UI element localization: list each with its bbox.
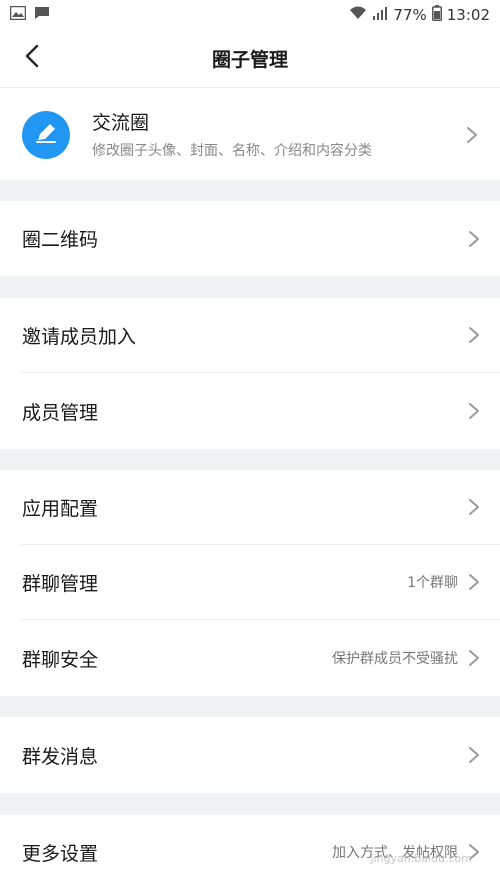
menu-item-label: 成员管理 — [22, 401, 99, 424]
chevron-right-icon — [469, 230, 479, 247]
page-title: 圈子管理 — [211, 49, 288, 71]
menu-item-value: 1个群聊 — [407, 575, 458, 591]
circle-name: 交流圈 — [92, 111, 150, 134]
back-arrow-icon — [25, 44, 39, 72]
section-gap — [0, 276, 500, 298]
menu-item-broadcast[interactable]: 群发消息 — [0, 717, 500, 793]
menu-item-label: 群发消息 — [22, 745, 99, 768]
wifi-icon — [349, 6, 367, 24]
section-gap — [0, 793, 500, 815]
menu-item-label: 更多设置 — [22, 842, 99, 865]
circle-info-row[interactable]: 交流圈 修改圈子头像、封面、名称、介绍和内容分类 — [0, 89, 500, 180]
menu-item-qrcode[interactable]: 圈二维码 — [0, 201, 500, 276]
chevron-right-icon — [469, 574, 479, 590]
menu-item-label: 邀请成员加入 — [22, 325, 137, 348]
chevron-right-icon — [469, 650, 479, 666]
status-left — [9, 5, 50, 24]
menu-item-group-security[interactable]: 群聊安全 保护群成员不受骚扰 — [0, 620, 500, 696]
menu-item-group-chat[interactable]: 群聊管理 1个群聊 — [0, 545, 500, 619]
header: 圈子管理 — [0, 30, 500, 88]
section-gap — [0, 180, 500, 201]
back-button[interactable] — [12, 38, 52, 78]
chevron-right-icon — [467, 126, 477, 143]
section-gap — [0, 696, 500, 717]
menu-item-label: 应用配置 — [22, 497, 99, 520]
battery-percent: 77% — [393, 6, 427, 24]
circle-description: 修改圈子头像、封面、名称、介绍和内容分类 — [92, 142, 372, 159]
menu-item-invite[interactable]: 邀请成员加入 — [0, 298, 500, 372]
clock: 13:02 — [446, 6, 490, 24]
circle-avatar — [22, 110, 70, 159]
message-icon — [34, 6, 50, 24]
battery-icon — [431, 5, 442, 25]
menu-item-label: 群聊安全 — [22, 648, 99, 671]
chevron-right-icon — [469, 747, 479, 763]
chevron-right-icon — [469, 499, 479, 515]
watermark: jingyan.baidu.com — [370, 852, 472, 865]
chevron-right-icon — [469, 327, 479, 343]
section-gap — [0, 449, 500, 470]
menu-item-app-config[interactable]: 应用配置 — [0, 470, 500, 544]
menu-item-label: 群聊管理 — [22, 572, 99, 595]
menu-item-value: 保护群成员不受骚扰 — [332, 651, 458, 667]
status-bar: 77% 13:02 — [0, 0, 500, 30]
signal-icon — [372, 6, 388, 24]
status-right: 77% 13:02 — [349, 5, 490, 25]
image-icon — [9, 5, 27, 24]
chevron-right-icon — [469, 403, 479, 419]
menu-item-members[interactable]: 成员管理 — [0, 373, 500, 449]
menu-item-label: 圈二维码 — [22, 229, 99, 251]
edit-icon — [33, 120, 59, 150]
circle-text: 交流圈 修改圈子头像、封面、名称、介绍和内容分类 — [92, 110, 466, 160]
